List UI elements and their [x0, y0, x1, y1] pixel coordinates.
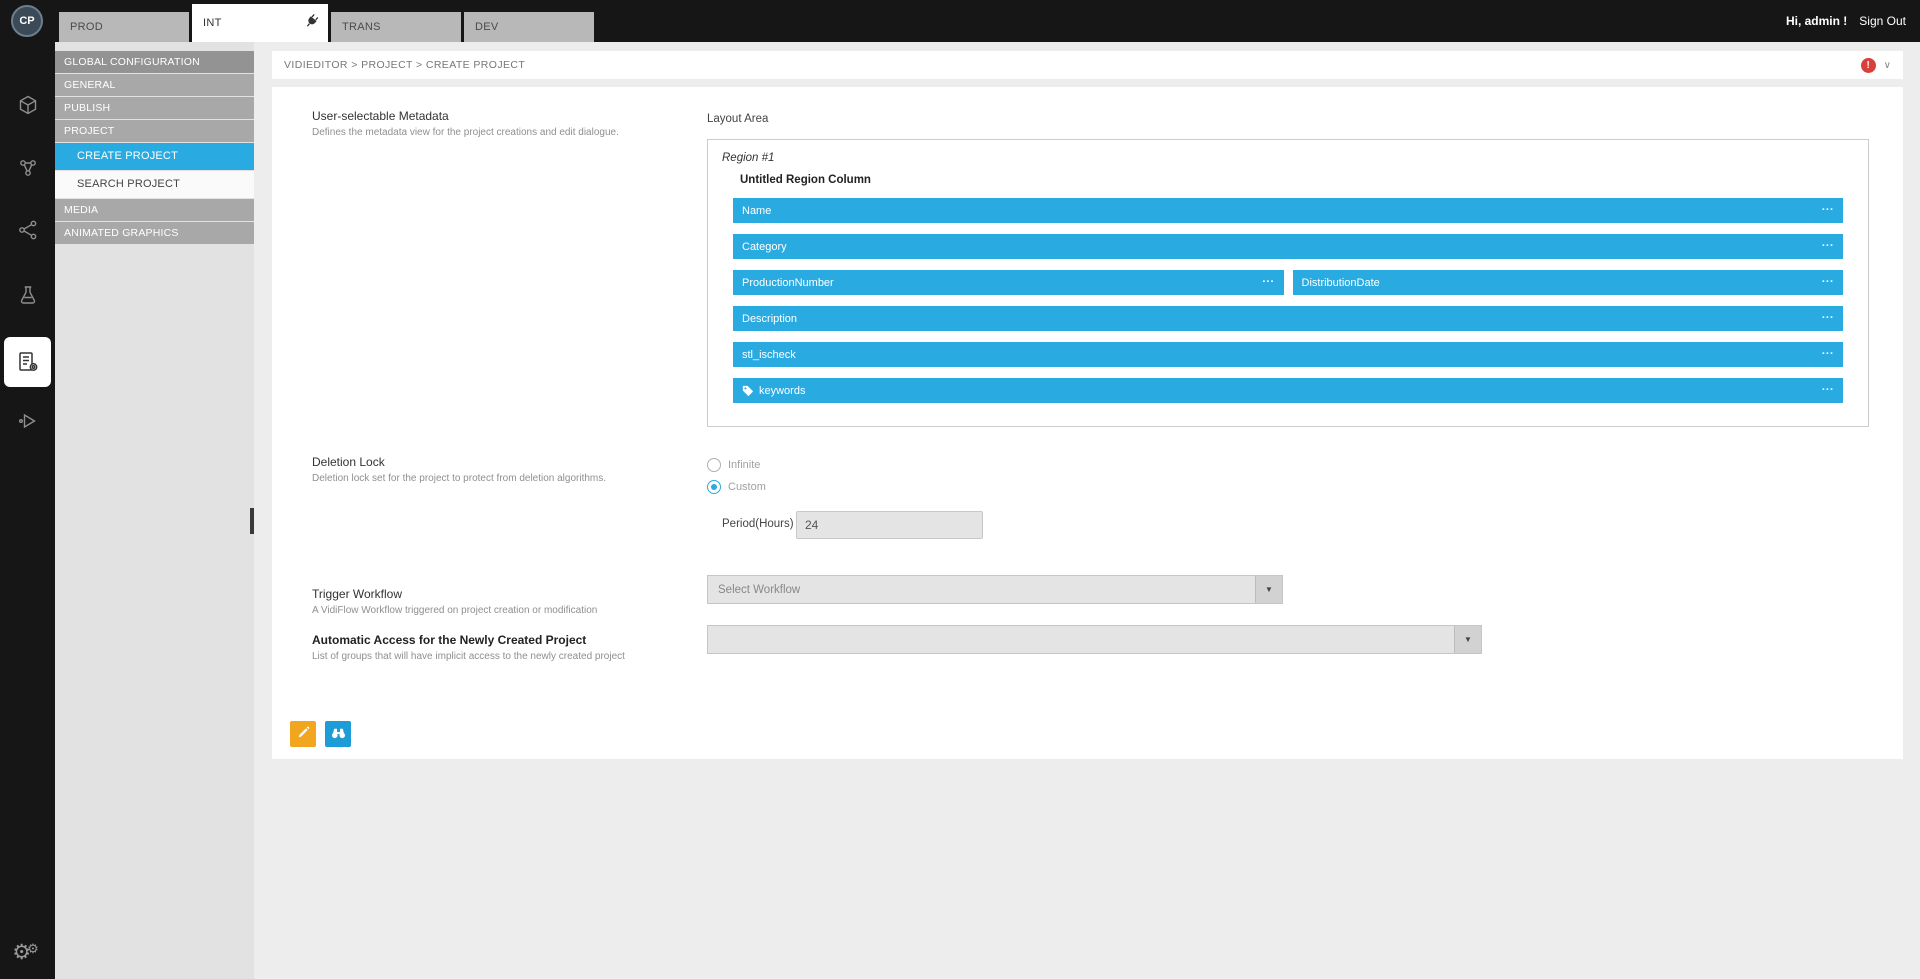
tab-int[interactable]: INT: [192, 4, 328, 42]
app-icon-rail: CP: [0, 0, 55, 979]
radio-infinite[interactable]: [707, 458, 721, 472]
error-icon[interactable]: !: [1861, 58, 1876, 73]
content-region: VIDIEDITOR > PROJECT > CREATE PROJECT ! …: [254, 42, 1920, 979]
tab-trans[interactable]: TRANS: [331, 12, 461, 42]
metadata-section-title: User-selectable Metadata: [312, 109, 449, 123]
plug-icon: [299, 10, 323, 34]
radio-infinite-label: Infinite: [728, 459, 760, 471]
deletion-lock-custom-option[interactable]: Custom: [707, 480, 766, 494]
deletion-lock-subtitle: Deletion lock set for the project to pro…: [312, 473, 606, 484]
deletion-lock-infinite-option[interactable]: Infinite: [707, 458, 760, 472]
sidebar-item-global-configuration[interactable]: GLOBAL CONFIGURATION: [55, 51, 254, 73]
dropdown-arrow-button[interactable]: ▼: [1255, 576, 1282, 603]
region-column-title: Untitled Region Column: [740, 174, 1868, 186]
workflow-dropdown[interactable]: Select Workflow ▼: [707, 575, 1283, 604]
chevron-down-icon: ▼: [1464, 635, 1472, 644]
tab-dev[interactable]: DEV: [464, 12, 594, 42]
tag-icon: [742, 385, 754, 397]
breadcrumb-bar: VIDIEDITOR > PROJECT > CREATE PROJECT ! …: [272, 51, 1903, 79]
topbar-user-area: Hi, admin ! Sign Out: [1786, 0, 1906, 42]
tab-prod-label: PROD: [70, 21, 103, 33]
chevron-down-icon: ▼: [1265, 585, 1273, 594]
layout-area-label: Layout Area: [707, 113, 768, 125]
sidebar-item-create-project[interactable]: CREATE PROJECT: [55, 143, 254, 170]
top-bar: PROD INT TRANS DEV Hi, admin ! Sign Out: [0, 0, 1920, 42]
field-label: DistributionDate: [1302, 277, 1380, 289]
access-groups-dropdown[interactable]: ▼: [707, 625, 1482, 654]
edit-pencil-icon: [297, 726, 310, 742]
radio-custom-label: Custom: [728, 481, 766, 493]
avatar[interactable]: CP: [11, 5, 43, 37]
metadata-section-subtitle: Defines the metadata view for the projec…: [312, 127, 619, 138]
edit-button[interactable]: [290, 721, 316, 747]
binoculars-icon: [331, 725, 346, 743]
metadata-field-distributiondate[interactable]: DistributionDate ...: [1293, 270, 1844, 295]
metadata-field-row: ProductionNumber ... DistributionDate ..…: [733, 270, 1843, 306]
chevron-down-icon[interactable]: ∨: [1884, 60, 1891, 71]
trigger-workflow-title: Trigger Workflow: [312, 587, 402, 601]
metadata-field-keywords[interactable]: keywords ...: [733, 378, 1843, 403]
search-button[interactable]: [325, 721, 351, 747]
period-hours-label: Period(Hours): [722, 518, 794, 530]
metadata-field-category[interactable]: Category ...: [733, 234, 1843, 259]
field-label: Description: [742, 313, 797, 325]
layout-area: Region #1 Untitled Region Column Name ..…: [707, 139, 1869, 427]
sidebar-item-media[interactable]: MEDIA: [55, 199, 254, 221]
region-title: Region #1: [722, 152, 1868, 164]
sidebar-scrollbar-thumb[interactable]: [250, 508, 254, 534]
trigger-workflow-subtitle: A VidiFlow Workflow triggered on project…: [312, 605, 597, 616]
tab-int-label: INT: [203, 17, 222, 29]
editor-config-icon[interactable]: [4, 337, 51, 387]
sidebar-item-publish[interactable]: PUBLISH: [55, 97, 254, 119]
sidebar-item-search-project[interactable]: SEARCH PROJECT: [55, 171, 254, 198]
user-greeting: Hi, admin !: [1786, 14, 1847, 28]
tab-trans-label: TRANS: [342, 21, 381, 33]
metadata-field-stl-ischeck[interactable]: stl_ischeck ...: [733, 342, 1843, 367]
packages-icon[interactable]: [9, 86, 47, 124]
create-project-form: User-selectable Metadata Defines the met…: [272, 87, 1903, 759]
connections-icon[interactable]: [9, 149, 47, 187]
field-label: stl_ischeck: [742, 349, 796, 361]
deletion-lock-title: Deletion Lock: [312, 455, 385, 469]
field-label: Category: [742, 241, 787, 253]
settings-gears-icon[interactable]: ⚙⚙: [0, 942, 55, 963]
metadata-field-description[interactable]: Description ...: [733, 306, 1843, 331]
metadata-field-productionnumber[interactable]: ProductionNumber ...: [733, 270, 1284, 295]
automatic-access-subtitle: List of groups that will have implicit a…: [312, 651, 625, 662]
metadata-field-name[interactable]: Name ...: [733, 198, 1843, 223]
field-label: ProductionNumber: [742, 277, 834, 289]
period-hours-input[interactable]: [796, 511, 983, 539]
tab-dev-label: DEV: [475, 21, 499, 33]
radio-custom[interactable]: [707, 480, 721, 494]
field-label: Name: [742, 205, 771, 217]
dropdown-arrow-button[interactable]: ▼: [1454, 626, 1481, 653]
tab-prod[interactable]: PROD: [59, 12, 189, 42]
workflow-dropdown-value: Select Workflow: [708, 584, 1255, 596]
environment-tabs: PROD INT TRANS DEV: [59, 4, 594, 42]
field-label: keywords: [759, 385, 805, 397]
sidebar-item-project[interactable]: PROJECT: [55, 120, 254, 142]
gear-small-glyph: ⚙: [27, 941, 39, 956]
share-icon[interactable]: [9, 211, 47, 249]
breadcrumb: VIDIEDITOR > PROJECT > CREATE PROJECT: [284, 59, 525, 71]
sidebar-item-general[interactable]: GENERAL: [55, 74, 254, 96]
metadata-field-list: Name ... Category ... ProductionNumber .…: [733, 198, 1843, 403]
lab-icon[interactable]: [9, 276, 47, 314]
player-icon[interactable]: [9, 402, 47, 440]
config-sidebar: GLOBAL CONFIGURATION GENERAL PUBLISH PRO…: [55, 42, 254, 979]
sidebar-item-animated-graphics[interactable]: ANIMATED GRAPHICS: [55, 222, 254, 244]
sign-out-link[interactable]: Sign Out: [1859, 14, 1906, 28]
automatic-access-title: Automatic Access for the Newly Created P…: [312, 633, 586, 647]
